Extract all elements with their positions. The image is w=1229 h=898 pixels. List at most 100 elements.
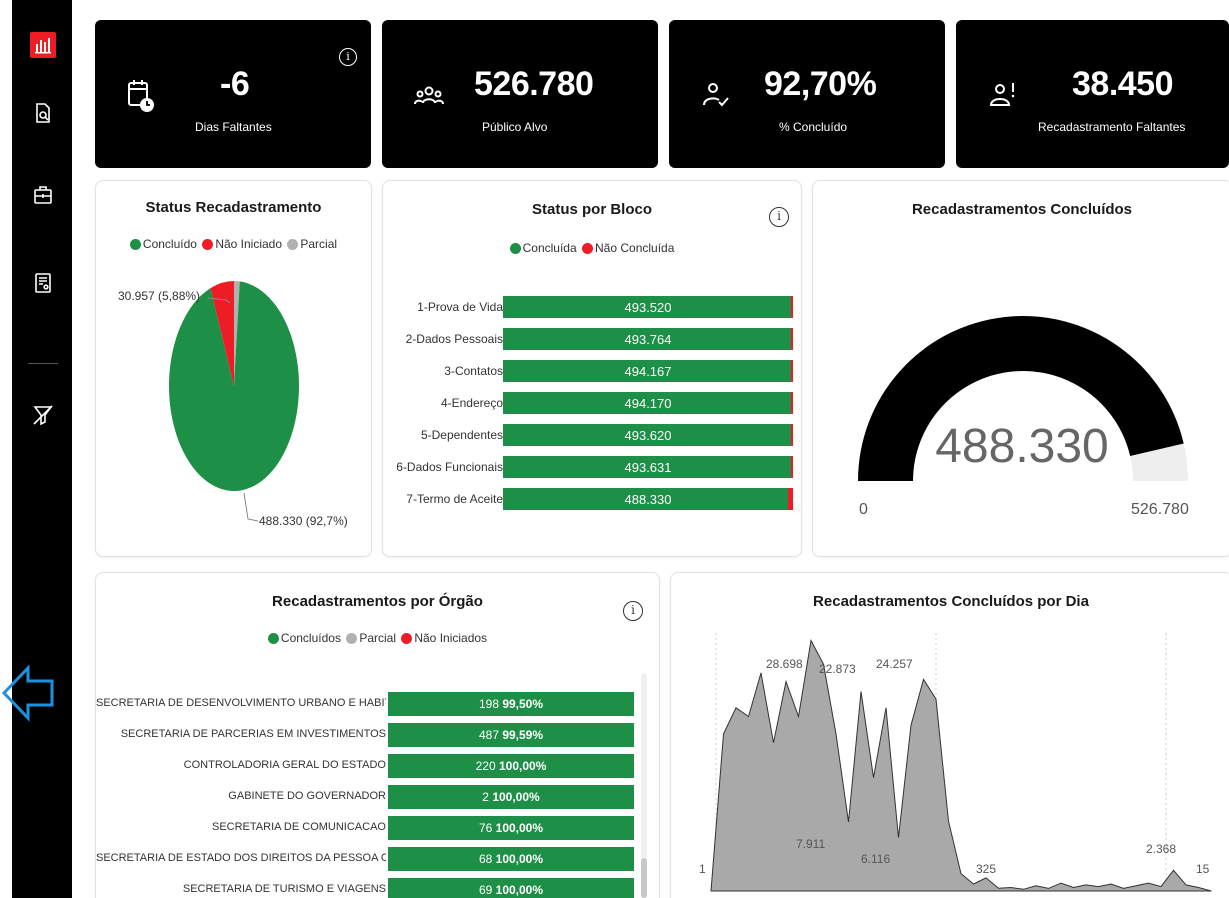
table-row[interactable]: CONTROLADORIA GERAL DO ESTADO 220 100,00% bbox=[96, 752, 646, 780]
gauge-min: 0 bbox=[859, 501, 868, 518]
kpi-value: 526.780 bbox=[474, 65, 594, 103]
bar-concluida[interactable]: 488.330 bbox=[503, 488, 793, 510]
kpi-card-publico-alvo: 526.780 Público Alvo bbox=[382, 20, 658, 168]
bar-row[interactable]: 4-Endereço 494.170 bbox=[383, 389, 803, 417]
bar-label: 3-Contatos bbox=[444, 364, 503, 378]
search-document-icon[interactable] bbox=[30, 100, 56, 126]
data-label: 6.116 bbox=[861, 852, 890, 866]
scrollbar-thumb[interactable] bbox=[641, 858, 647, 898]
bar-concluida[interactable]: 493.620 bbox=[503, 424, 793, 446]
data-label: 1 bbox=[699, 862, 706, 876]
kpi-card-recadastramento-faltantes: 38.450 Recadastramento Faltantes bbox=[956, 20, 1229, 168]
bar-concluida[interactable]: 494.167 bbox=[503, 360, 793, 382]
orgao-name: GABINETE DO GOVERNADOR bbox=[228, 790, 386, 802]
legend: Concluída Não Concluída bbox=[383, 241, 801, 257]
orgao-percent: 100,00% bbox=[495, 852, 544, 866]
pie-leader-line bbox=[243, 492, 259, 522]
orgao-bar[interactable]: 68 100,00% bbox=[388, 847, 634, 871]
info-icon[interactable]: i bbox=[339, 48, 357, 66]
orgao-count: 69 bbox=[478, 883, 496, 897]
bar-concluida[interactable]: 493.520 bbox=[503, 296, 793, 318]
data-label: 7.911 bbox=[796, 837, 825, 851]
pie-chart[interactable] bbox=[96, 181, 373, 558]
sidebar-divider bbox=[28, 363, 58, 364]
concluidos-por-dia-panel: Recadastramentos Concluídos por Dia 1 28.… bbox=[670, 572, 1229, 898]
orgao-name: SECRETARIA DE TURISMO E VIAGENS bbox=[182, 883, 386, 895]
bar-value-label: 493.764 bbox=[624, 332, 672, 347]
bar-chart: 1-Prova de Vida 493.520 2-Dados Pessoais 49… bbox=[383, 293, 803, 523]
orgao-bar[interactable]: 487 99,59% bbox=[388, 723, 634, 747]
clear-filter-icon[interactable] bbox=[30, 402, 56, 428]
table-row[interactable]: SECRETARIA DE COMUNICACAO 76 100,00% bbox=[96, 814, 646, 842]
bar-row[interactable]: 6-Dados Funcionais 493.631 bbox=[383, 453, 803, 481]
pie-label-nao-iniciado: 30.957 (5,88%) bbox=[118, 289, 201, 303]
legend: Concluídos Parcial Não Iniciados bbox=[96, 631, 659, 647]
orgao-bar[interactable]: 69 100,00% bbox=[388, 878, 634, 898]
gauge-max: 526.780 bbox=[1131, 501, 1189, 518]
area-chart[interactable]: 1 28.698 7.911 22.873 6.116 24.257 325 2.368 15 bbox=[671, 573, 1229, 898]
user-alert-icon bbox=[989, 83, 1015, 106]
bar-label: 1-Prova de Vida bbox=[417, 300, 503, 314]
data-label: 22.873 bbox=[819, 662, 856, 676]
data-label: 15 bbox=[1196, 862, 1210, 876]
kpi-label: % Concluído bbox=[779, 120, 848, 134]
orgao-name: SECRETARIA DE DESENVOLVIMENTO URBANO E H… bbox=[96, 697, 386, 709]
legend-item-concluida[interactable]: Concluída bbox=[509, 241, 577, 255]
legend-item-nao-concluida[interactable]: Não Concluída bbox=[582, 241, 674, 255]
bar-row[interactable]: 1-Prova de Vida 493.520 bbox=[383, 293, 803, 321]
profile-document-icon[interactable] bbox=[30, 270, 56, 296]
info-icon[interactable]: i bbox=[769, 207, 789, 227]
orgao-name: SECRETARIA DE PARCERIAS EM INVESTIMENTOS bbox=[120, 728, 386, 740]
sidebar bbox=[12, 0, 72, 898]
recadastramentos-concluidos-panel: Recadastramentos Concluídos 488.330 0 52… bbox=[812, 180, 1229, 557]
table-row[interactable]: SECRETARIA DE PARCERIAS EM INVESTIMENTOS… bbox=[96, 721, 646, 749]
legend-item-concluidos[interactable]: Concluídos bbox=[267, 631, 341, 645]
briefcase-icon[interactable] bbox=[30, 182, 56, 208]
bar-row[interactable]: 2-Dados Pessoais 493.764 bbox=[383, 325, 803, 353]
table-row[interactable]: SECRETARIA DE ESTADO DOS DIREITOS DA PES… bbox=[96, 845, 646, 873]
panel-title: Status por Bloco bbox=[531, 201, 652, 218]
kpi-label: Dias Faltantes bbox=[195, 120, 272, 134]
table-row[interactable]: SECRETARIA DE DESENVOLVIMENTO URBANO E H… bbox=[96, 690, 646, 718]
orgao-name: CONTROLADORIA GERAL DO ESTADO bbox=[183, 759, 386, 771]
bar-concluida[interactable]: 494.170 bbox=[503, 392, 793, 414]
bar-value-label: 493.631 bbox=[624, 460, 672, 475]
table-row[interactable]: GABINETE DO GOVERNADOR 2 100,00% bbox=[96, 783, 646, 811]
bar-value-label: 494.170 bbox=[624, 396, 672, 411]
orgao-bar[interactable]: 198 99,50% bbox=[388, 692, 634, 716]
info-icon[interactable]: i bbox=[623, 601, 643, 621]
orgao-count: 220 bbox=[475, 759, 499, 773]
orgao-name: SECRETARIA DE ESTADO DOS DIREITOS DA PES… bbox=[96, 852, 386, 864]
bar-row[interactable]: 7-Termo de Aceite 488.330 bbox=[383, 485, 803, 513]
status-por-bloco-panel: Status por Bloco i Concluída Não Concluí… bbox=[382, 180, 802, 557]
bar-row[interactable]: 3-Contatos 494.167 bbox=[383, 357, 803, 385]
bar-value-label: 493.620 bbox=[624, 428, 672, 443]
data-label: 24.257 bbox=[876, 657, 913, 671]
kpi-label: Público Alvo bbox=[482, 120, 548, 134]
bar-label: 7-Termo de Aceite bbox=[406, 492, 503, 506]
bar-row[interactable]: 5-Dependentes 493.620 bbox=[383, 421, 803, 449]
data-label: 28.698 bbox=[766, 657, 803, 671]
bar-concluida[interactable]: 493.764 bbox=[503, 328, 793, 350]
gauge-value: 488.330 bbox=[935, 420, 1109, 473]
orgao-bar[interactable]: 76 100,00% bbox=[388, 816, 634, 840]
orgao-table: SECRETARIA DE DESENVOLVIMENTO URBANO E H… bbox=[96, 690, 646, 898]
bar-value-label: 488.330 bbox=[624, 492, 672, 507]
table-row[interactable]: SECRETARIA DE TURISMO E VIAGENS 69 100,00… bbox=[96, 876, 646, 898]
legend-item-nao-iniciados[interactable]: Não Iniciados bbox=[401, 631, 487, 645]
bar-value-label: 493.520 bbox=[624, 300, 672, 315]
orgao-bar[interactable]: 2 100,00% bbox=[388, 785, 634, 809]
bar-concluida[interactable]: 493.631 bbox=[503, 456, 793, 478]
report-icon[interactable] bbox=[30, 32, 56, 58]
kpi-value: 92,70% bbox=[764, 65, 877, 103]
orgao-percent: 99,50% bbox=[502, 697, 544, 711]
legend-item-parcial[interactable]: Parcial bbox=[346, 631, 396, 645]
orgao-bar[interactable]: 220 100,00% bbox=[388, 754, 634, 778]
bar-label: 2-Dados Pessoais bbox=[405, 332, 503, 346]
people-group-icon bbox=[414, 86, 444, 105]
orgao-percent: 100,00% bbox=[495, 821, 544, 835]
back-arrow-icon[interactable] bbox=[0, 648, 60, 738]
orgao-count: 2 bbox=[482, 790, 493, 804]
bar-label: 5-Dependentes bbox=[420, 428, 503, 442]
kpi-value: -6 bbox=[220, 65, 250, 103]
